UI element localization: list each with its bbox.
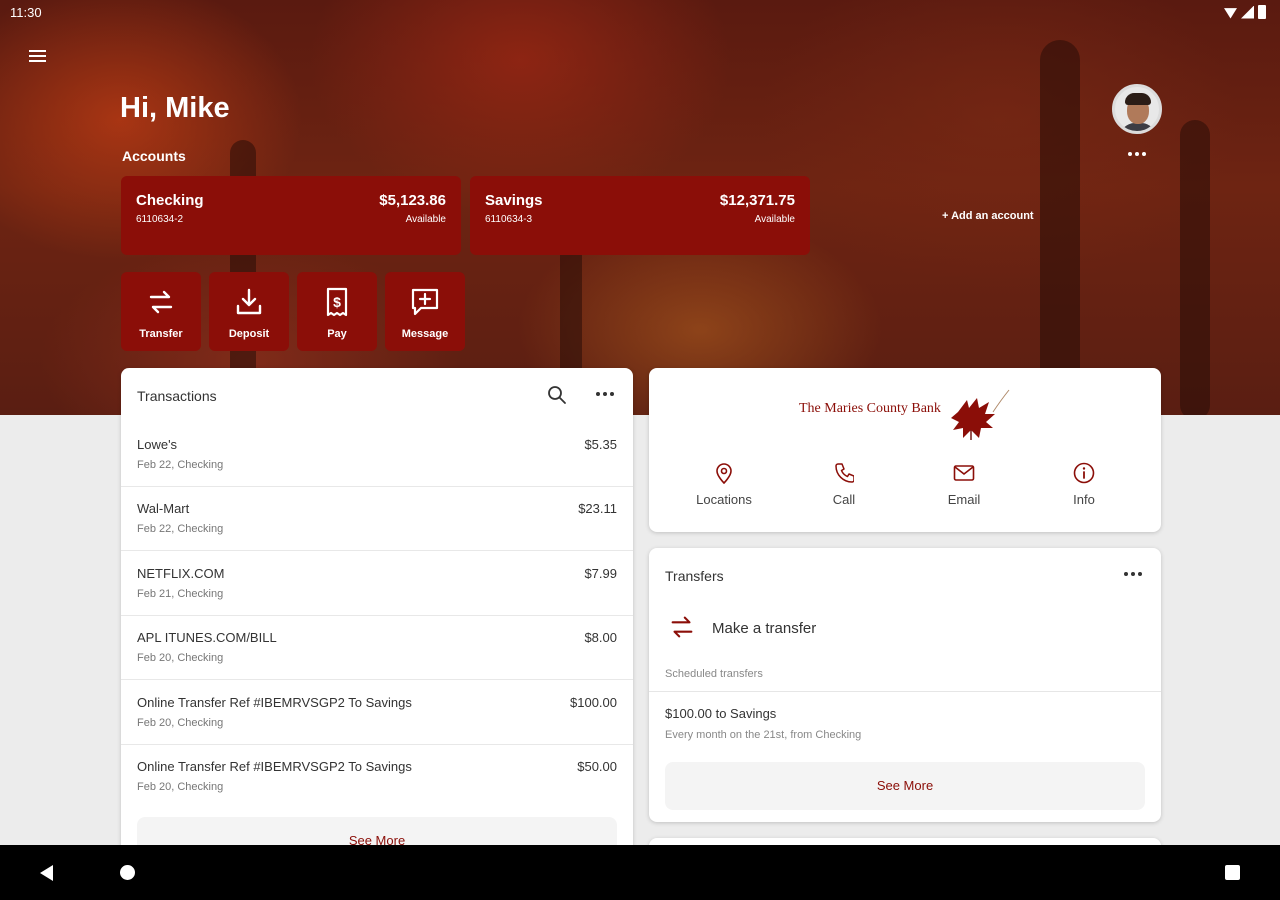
transaction-description: Online Transfer Ref #IBEMRVSGP2 To Savin… <box>137 759 412 774</box>
transaction-row[interactable]: Wal-Mart Feb 22, Checking $23.11 <box>121 487 633 551</box>
more-options-icon[interactable] <box>1124 146 1150 162</box>
transaction-description: NETFLIX.COM <box>137 566 225 581</box>
transaction-description: Wal-Mart <box>137 501 190 516</box>
transaction-amount: $23.11 <box>578 501 617 516</box>
account-name: Savings <box>485 192 543 209</box>
account-number: 6110634-3 <box>485 214 533 225</box>
message-label: Message <box>401 328 449 340</box>
info-icon <box>1073 462 1095 484</box>
email-button[interactable]: Email <box>914 462 1014 507</box>
transaction-description: Online Transfer Ref #IBEMRVSGP2 To Savin… <box>137 695 412 710</box>
transaction-row[interactable]: Lowe's Feb 22, Checking $5.35 <box>121 423 633 487</box>
account-balance: $12,371.75 <box>719 192 795 209</box>
transfer-icon <box>671 616 693 638</box>
bank-info-card: The Maries County Bank Locations Call Em… <box>649 368 1161 532</box>
call-button[interactable]: Call <box>794 462 894 507</box>
transaction-meta: Feb 22, Checking <box>137 523 224 535</box>
accounts-label: Accounts <box>122 148 186 164</box>
cell-signal-icon <box>1241 5 1254 19</box>
transaction-meta: Feb 22, Checking <box>137 459 224 471</box>
transaction-amount: $100.00 <box>570 695 617 710</box>
scheduled-transfer-title: $100.00 to Savings <box>665 706 777 721</box>
make-transfer-label: Make a transfer <box>712 620 817 637</box>
transaction-description: Lowe's <box>137 437 178 452</box>
transactions-title: Transactions <box>137 388 217 404</box>
back-icon[interactable] <box>40 865 53 881</box>
message-icon <box>411 288 439 316</box>
transaction-description: APL ITUNES.COM/BILL <box>137 630 277 645</box>
scheduled-transfer-item[interactable]: $100.00 to Savings Every month on the 21… <box>649 698 1161 748</box>
transfer-label: Transfer <box>139 328 183 340</box>
account-number: 6110634-2 <box>136 214 184 225</box>
info-button[interactable]: Info <box>1034 462 1134 507</box>
locations-label: Locations <box>696 492 752 507</box>
transfers-card: Transfers Make a transfer Scheduled tran… <box>649 548 1161 822</box>
account-balance: $5,123.86 <box>379 192 446 209</box>
transaction-meta: Feb 20, Checking <box>137 781 224 793</box>
transfers-title: Transfers <box>665 568 724 584</box>
email-icon <box>953 465 975 481</box>
transaction-meta: Feb 21, Checking <box>137 588 224 600</box>
transaction-row[interactable]: Online Transfer Ref #IBEMRVSGP2 To Savin… <box>121 681 633 745</box>
pay-bill-icon: $ <box>326 287 348 317</box>
make-transfer-button[interactable]: Make a transfer <box>665 610 965 646</box>
transfers-see-more-button[interactable]: See More <box>665 762 1145 810</box>
scheduled-transfer-detail: Every month on the 21st, from Checking <box>665 729 862 741</box>
transaction-amount: $8.00 <box>584 630 617 645</box>
transaction-row[interactable]: APL ITUNES.COM/BILL Feb 20, Checking $8.… <box>121 616 633 680</box>
wifi-icon <box>1224 8 1237 19</box>
transaction-amount: $7.99 <box>584 566 617 581</box>
transaction-meta: Feb 20, Checking <box>137 652 224 664</box>
menu-icon[interactable] <box>24 44 50 70</box>
transaction-row[interactable]: NETFLIX.COM Feb 21, Checking $7.99 <box>121 552 633 616</box>
greeting: Hi, Mike <box>120 92 230 124</box>
pay-button[interactable]: $ Pay <box>297 272 377 351</box>
transaction-row[interactable]: Online Transfer Ref #IBEMRVSGP2 To Savin… <box>121 745 633 809</box>
divider <box>649 691 1161 692</box>
bank-name: The Maries County Bank <box>799 401 941 416</box>
location-pin-icon <box>716 463 732 484</box>
account-card-savings[interactable]: Savings 6110634-3 $12,371.75 Available <box>470 176 810 255</box>
call-label: Call <box>832 492 856 507</box>
add-account-link[interactable]: + Add an account <box>942 210 1034 222</box>
locations-button[interactable]: Locations <box>674 462 774 507</box>
more-options-icon[interactable] <box>593 386 617 402</box>
transfer-button[interactable]: Transfer <box>121 272 201 351</box>
email-label: Email <box>947 492 981 507</box>
status-time: 11:30 <box>10 5 42 20</box>
transfer-icon <box>149 290 173 314</box>
home-icon[interactable] <box>120 865 135 880</box>
bank-logo <box>951 389 1010 440</box>
status-bar: 11:30 <box>0 0 1280 26</box>
status-icons <box>1224 5 1266 19</box>
account-name: Checking <box>136 192 204 209</box>
phone-icon <box>835 463 854 483</box>
info-label: Info <box>1073 492 1095 507</box>
transaction-meta: Feb 20, Checking <box>137 717 224 729</box>
balance-label: Available <box>754 214 795 225</box>
account-card-checking[interactable]: Checking 6110634-2 $5,123.86 Available <box>121 176 461 255</box>
svg-text:$: $ <box>333 294 341 310</box>
deposit-button[interactable]: Deposit <box>209 272 289 351</box>
transactions-card: Transactions Lowe's Feb 22, Checking $5.… <box>121 368 633 868</box>
deposit-icon <box>236 288 262 315</box>
search-icon[interactable] <box>547 385 567 405</box>
pay-label: Pay <box>327 328 347 340</box>
recent-apps-icon[interactable] <box>1225 865 1240 880</box>
system-nav-bar <box>0 845 1280 900</box>
scheduled-transfers-label: Scheduled transfers <box>665 668 763 680</box>
transaction-amount: $5.35 <box>584 437 617 452</box>
battery-icon <box>1258 5 1266 19</box>
balance-label: Available <box>405 214 446 225</box>
transaction-amount: $50.00 <box>577 759 617 774</box>
deposit-label: Deposit <box>228 328 270 340</box>
message-button[interactable]: Message <box>385 272 465 351</box>
more-options-icon[interactable] <box>1121 566 1145 582</box>
avatar[interactable] <box>1112 84 1162 134</box>
